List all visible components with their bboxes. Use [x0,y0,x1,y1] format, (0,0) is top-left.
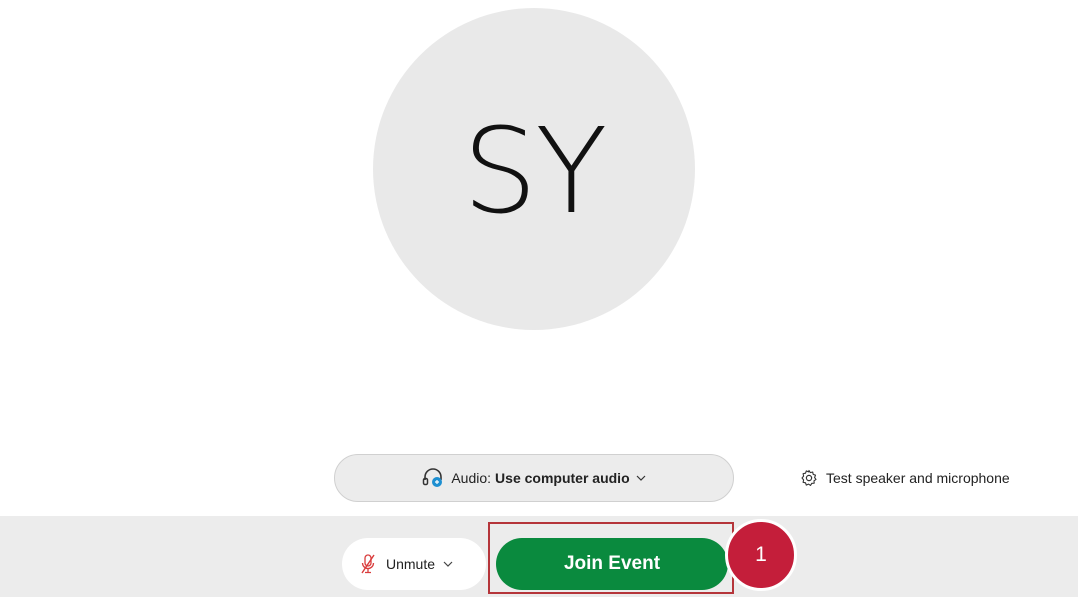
test-speaker-microphone-button[interactable]: Test speaker and microphone [800,466,1010,490]
join-event-label: Join Event [563,553,661,574]
join-event-button[interactable]: Join Event [496,538,728,590]
audio-connection-button[interactable]: Audio: Use computer audio [334,454,734,502]
test-speaker-label: Test speaker and microphone [826,470,1010,486]
meeting-preview: SY Audio: Use computer audio Test speake… [0,0,1078,597]
audio-label: Audio: [451,470,492,486]
chevron-down-icon [636,475,646,481]
microphone-muted-icon [361,554,375,574]
step-number: 1 [755,543,767,566]
audio-selection: Use computer audio [495,470,630,486]
step-number-badge: 1 [725,519,797,591]
chevron-down-icon[interactable] [443,560,453,568]
avatar-initials: SY [462,102,608,240]
headset-icon [423,468,443,487]
avatar: SY [373,8,695,330]
unmute-label: Unmute [386,556,436,572]
unmute-button[interactable]: Unmute [342,538,486,590]
gear-icon [801,469,817,486]
